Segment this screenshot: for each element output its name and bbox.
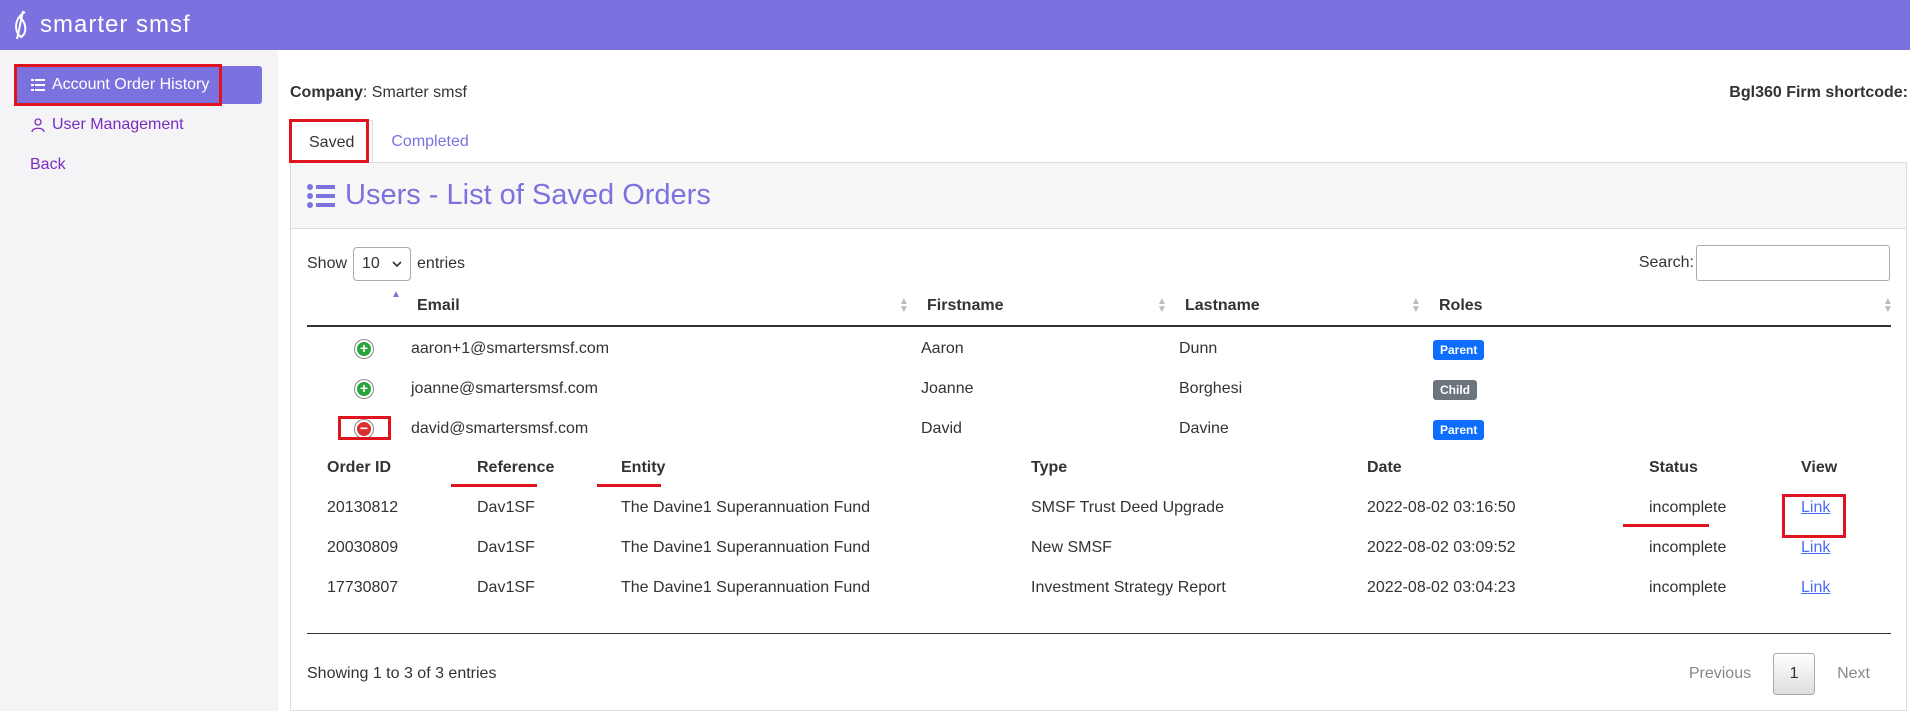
panel-header: Users - List of Saved Orders — [291, 163, 1906, 229]
email-cell: aaron+1@smartersmsf.com — [411, 340, 610, 357]
expand-icon[interactable]: + — [355, 340, 373, 358]
role-badge: Parent — [1433, 340, 1485, 360]
tab-completed[interactable]: Completed — [373, 120, 486, 164]
logo-icon — [15, 10, 27, 40]
expand-icon[interactable]: + — [355, 380, 373, 398]
type-cell: Investment Strategy Report — [1031, 579, 1226, 596]
lastname-cell: Dunn — [1179, 340, 1218, 357]
main-content: Company: Smarter smsf Bgl360 Firm shortc… — [278, 50, 1910, 711]
reference-cell: Dav1SF — [477, 579, 535, 596]
sidebar-item-back[interactable]: Back — [16, 146, 262, 184]
date-cell: 2022-08-02 03:16:50 — [1367, 499, 1516, 516]
search-control: Search: — [1639, 245, 1890, 281]
status-cell: incomplete — [1649, 499, 1727, 516]
firstname-cell: Aaron — [921, 340, 964, 357]
column-header-date: Date — [1367, 459, 1402, 476]
type-cell: New SMSF — [1031, 539, 1112, 556]
company-value: Smarter smsf — [371, 84, 467, 101]
email-cell: joanne@smartersmsf.com — [411, 380, 598, 397]
tab-saved[interactable]: Saved — [290, 120, 374, 164]
annotation-underline — [1623, 524, 1709, 527]
sort-icon[interactable]: ▲ ▼ — [899, 297, 909, 315]
column-header-firstname[interactable]: Firstname — [927, 297, 1003, 315]
view-link[interactable]: Link — [1801, 579, 1830, 597]
list-icon — [307, 183, 335, 208]
firstname-cell: David — [921, 420, 962, 437]
order-id-cell: 20030809 — [327, 539, 399, 556]
sort-icon[interactable]: ▲ ▼ — [1157, 297, 1167, 315]
status-cell: incomplete — [1649, 539, 1727, 556]
lastname-cell: Davine — [1179, 420, 1229, 437]
entries-label: entries — [417, 255, 466, 272]
firstname-cell: Joanne — [921, 380, 974, 397]
column-header-email[interactable]: Email — [417, 297, 460, 315]
entity-cell: The Davine1 Superannuation Fund — [621, 499, 871, 516]
date-cell: 2022-08-02 03:04:23 — [1367, 579, 1516, 596]
status-cell: incomplete — [1649, 579, 1727, 596]
order-id-cell: 17730807 — [327, 579, 399, 596]
top-bar: smarter smsf — [0, 0, 1910, 50]
annotation-underline — [451, 484, 537, 487]
column-header-status: Status — [1649, 459, 1698, 476]
list-icon — [31, 79, 45, 91]
reference-cell: Dav1SF — [477, 539, 535, 556]
sidebar-item-account-order-history[interactable]: Account Order History — [16, 66, 262, 104]
panel-title: Users - List of Saved Orders — [345, 179, 711, 211]
sort-icon[interactable]: ▲ ▼ — [1883, 297, 1893, 315]
table-row: + aaron+1@smartersmsf.com Aaron Dunn Par… — [307, 329, 1891, 369]
firm-shortcode: Bgl360 Firm shortcode: — [1729, 84, 1908, 101]
table-divider — [307, 633, 1891, 634]
order-id-cell: 20130812 — [327, 499, 399, 516]
user-icon — [31, 118, 45, 133]
role-badge: Child — [1433, 380, 1477, 400]
entity-cell: The Davine1 Superannuation Fund — [621, 579, 871, 596]
table-row: − david@smartersmsf.com David Davine Par… — [307, 409, 1891, 449]
entries-control: Show 10 entries — [307, 247, 465, 281]
table-info: Showing 1 to 3 of 3 entries — [307, 665, 497, 682]
pagination: Previous 1 Next — [1669, 653, 1890, 695]
page-1-button[interactable]: 1 — [1773, 653, 1816, 695]
sort-asc-icon[interactable]: ▲ — [391, 290, 401, 300]
column-header-view: View — [1801, 459, 1838, 476]
search-label: Search: — [1638, 254, 1694, 271]
sidebar-item-label: User Management — [52, 116, 184, 133]
column-header-roles[interactable]: Roles — [1439, 297, 1483, 315]
entries-value: 10 — [362, 255, 380, 272]
company-info: Company: Smarter smsf — [290, 84, 467, 101]
lastname-cell: Borghesi — [1179, 380, 1243, 397]
previous-button[interactable]: Previous — [1689, 665, 1751, 683]
view-link[interactable]: Link — [1801, 539, 1830, 557]
date-cell: 2022-08-02 03:09:52 — [1367, 539, 1516, 556]
sidebar: Account Order History User Management Ba… — [0, 50, 276, 711]
type-cell: SMSF Trust Deed Upgrade — [1031, 499, 1224, 516]
column-header-order-id: Order ID — [327, 459, 392, 476]
sidebar-item-label: Back — [30, 156, 66, 173]
reference-cell: Dav1SF — [477, 499, 535, 516]
table-row: + joanne@smartersmsf.com Joanne Borghesi… — [307, 369, 1891, 409]
chevron-down-icon — [392, 261, 402, 267]
column-header-entity: Entity — [621, 459, 666, 476]
sidebar-item-label: Account Order History — [52, 76, 210, 93]
app-name: smarter smsf — [40, 11, 191, 38]
search-input[interactable] — [1696, 245, 1890, 281]
view-link[interactable]: Link — [1801, 499, 1830, 517]
email-cell: david@smartersmsf.com — [411, 420, 589, 437]
entity-cell: The Davine1 Superannuation Fund — [621, 539, 871, 556]
column-header-reference: Reference — [477, 459, 555, 476]
column-header-type: Type — [1031, 459, 1068, 476]
role-badge: Parent — [1433, 420, 1485, 440]
sort-icon[interactable]: ▲ ▼ — [1411, 297, 1421, 315]
table-header: ▲ Email ▲ ▼ Firstname ▲ ▼ Lastname ▲ ▼ Role… — [307, 287, 1893, 327]
annotation-underline — [597, 484, 661, 487]
next-button[interactable]: Next — [1837, 665, 1870, 683]
company-label: Company — [290, 84, 363, 101]
tabs: Saved Completed — [290, 120, 487, 164]
orders-panel: Users - List of Saved Orders Show 10 ent… — [290, 162, 1907, 711]
sidebar-item-user-management[interactable]: User Management — [16, 106, 262, 144]
entries-select[interactable]: 10 — [353, 247, 412, 281]
column-header-lastname[interactable]: Lastname — [1185, 297, 1260, 315]
show-label: Show — [307, 255, 348, 272]
collapse-icon[interactable]: − — [355, 420, 373, 438]
